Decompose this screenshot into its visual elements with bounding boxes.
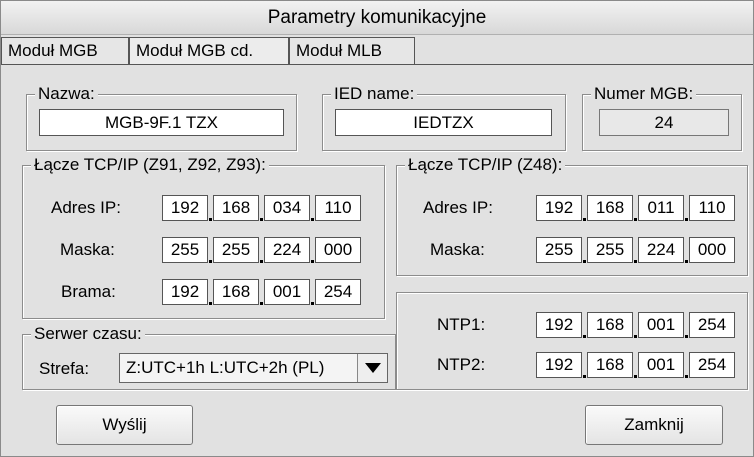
tcp-z91-mask-label: Maska:: [60, 240, 115, 259]
octet-separator: [260, 302, 263, 305]
tab-modul-mgb[interactable]: Moduł MGB: [1, 37, 129, 64]
close-button[interactable]: Zamknij: [585, 405, 723, 445]
time-server-legend: Serwer czasu:: [31, 323, 145, 345]
ntp2-octet-1[interactable]: 192: [536, 352, 582, 378]
tcp-z48-legend: Łącze TCP/IP (Z48):: [405, 154, 566, 176]
octet-separator: [209, 260, 212, 263]
tcp-z91-ip-octet-4[interactable]: 110: [315, 195, 361, 221]
tcp-z91-gateway-octet-2[interactable]: 168: [213, 279, 259, 305]
tcp-z91-mask-octet-1[interactable]: 255: [162, 237, 208, 263]
octet-separator: [685, 218, 688, 221]
strefa-label: Strefa:: [39, 359, 90, 378]
ntp2-label: NTP2:: [437, 355, 486, 374]
tcp-z48-group: Łącze TCP/IP (Z48): Adres IP: 192 168 01…: [396, 154, 748, 276]
tcp-z91-ip-octet-1[interactable]: 192: [162, 195, 208, 221]
octet-separator: [685, 335, 688, 338]
tcp-z91-legend: Łącze TCP/IP (Z91, Z92, Z93):: [31, 154, 269, 176]
tcp-z48-ip-label: Adres IP:: [423, 198, 493, 217]
octet-separator: [634, 260, 637, 263]
nazwa-group: Nazwa: MGB-9F.1 TZX: [26, 83, 297, 151]
chevron-down-icon[interactable]: [357, 354, 387, 382]
octet-separator: [260, 218, 263, 221]
ied-name-input[interactable]: IEDTZX: [335, 109, 552, 136]
time-server-group: Serwer czasu: Strefa: Z:UTC+1h L:UTC+2h …: [22, 323, 396, 390]
tab-modul-mgb-cd[interactable]: Moduł MGB cd.: [129, 37, 289, 65]
numer-mgb-group: Numer MGB: 24: [582, 83, 742, 151]
octet-separator: [685, 260, 688, 263]
octet-separator: [209, 302, 212, 305]
tcp-z91-mask-octet-3[interactable]: 224: [264, 237, 310, 263]
octet-separator: [685, 375, 688, 378]
strefa-value: Z:UTC+1h L:UTC+2h (PL): [126, 358, 325, 377]
tab-divider: [1, 64, 753, 65]
tcp-z48-ip-octet-2[interactable]: 168: [587, 195, 633, 221]
tcp-z48-mask-octet-4[interactable]: 000: [689, 237, 735, 263]
ntp1-octet-1[interactable]: 192: [536, 312, 582, 338]
tcp-z48-mask-octet-2[interactable]: 255: [587, 237, 633, 263]
tcp-z91-gateway-octet-4[interactable]: 254: [315, 279, 361, 305]
nazwa-input[interactable]: MGB-9F.1 TZX: [39, 109, 284, 136]
tcp-z48-mask-octet-3[interactable]: 224: [638, 237, 684, 263]
numer-mgb-field: 24: [599, 109, 729, 136]
strefa-select[interactable]: Z:UTC+1h L:UTC+2h (PL): [119, 353, 388, 383]
tcp-z48-mask-octet-1[interactable]: 255: [536, 237, 582, 263]
ntp2-octet-3[interactable]: 001: [638, 352, 684, 378]
octet-separator: [634, 218, 637, 221]
octet-separator: [583, 375, 586, 378]
tcp-z48-mask-label: Maska:: [430, 240, 485, 259]
tcp-z91-gateway-label: Brama:: [61, 282, 116, 301]
octet-separator: [209, 218, 212, 221]
ntp2-octet-2[interactable]: 168: [587, 352, 633, 378]
tcp-z91-ip-octet-3[interactable]: 034: [264, 195, 310, 221]
tcp-z48-ip-octet-3[interactable]: 011: [638, 195, 684, 221]
tcp-z91-mask-octet-2[interactable]: 255: [213, 237, 259, 263]
tcp-z91-gateway-octet-1[interactable]: 192: [162, 279, 208, 305]
send-button[interactable]: Wyślij: [56, 405, 193, 445]
ntp1-octet-3[interactable]: 001: [638, 312, 684, 338]
octet-separator: [260, 260, 263, 263]
octet-separator: [311, 218, 314, 221]
ntp-group: NTP1: 192 168 001 254 NTP2: 192 168 001 …: [396, 292, 748, 390]
ntp1-octet-4[interactable]: 254: [689, 312, 735, 338]
octet-separator: [634, 335, 637, 338]
ntp2-octet-4[interactable]: 254: [689, 352, 735, 378]
tcp-z91-mask-octet-4[interactable]: 000: [315, 237, 361, 263]
tcp-z48-ip-octet-4[interactable]: 110: [689, 195, 735, 221]
ntp1-label: NTP1:: [437, 315, 486, 334]
octet-separator: [311, 302, 314, 305]
octet-separator: [583, 260, 586, 263]
tab-modul-mlb[interactable]: Moduł MLB: [289, 37, 415, 64]
nazwa-legend: Nazwa:: [35, 83, 98, 105]
dialog-window: Parametry komunikacyjne Moduł MGB Moduł …: [0, 0, 754, 457]
tcp-z91-gateway-octet-3[interactable]: 001: [264, 279, 310, 305]
octet-separator: [311, 260, 314, 263]
window-title: Parametry komunikacyjne: [1, 1, 753, 35]
tcp-z48-ip-octet-1[interactable]: 192: [536, 195, 582, 221]
tcp-z91-ip-octet-2[interactable]: 168: [213, 195, 259, 221]
numer-mgb-legend: Numer MGB:: [591, 83, 697, 105]
ied-name-legend: IED name:: [331, 83, 418, 105]
octet-separator: [634, 375, 637, 378]
tcp-z91-ip-label: Adres IP:: [51, 198, 121, 217]
ied-name-group: IED name: IEDTZX: [322, 83, 566, 151]
ntp1-octet-2[interactable]: 168: [587, 312, 633, 338]
tcp-z91-group: Łącze TCP/IP (Z91, Z92, Z93): Adres IP: …: [22, 154, 385, 319]
octet-separator: [583, 335, 586, 338]
octet-separator: [583, 218, 586, 221]
